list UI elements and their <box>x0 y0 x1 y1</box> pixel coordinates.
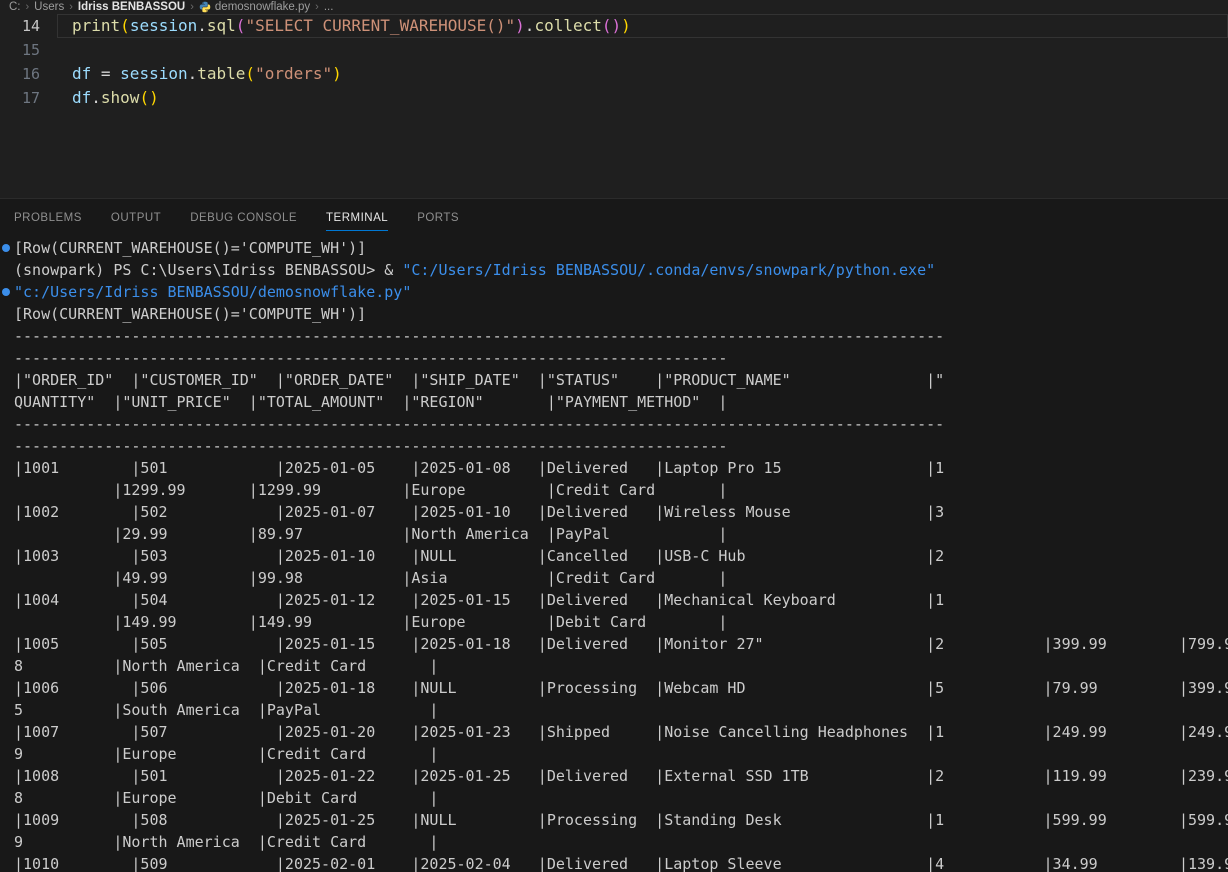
panel-tab-problems[interactable]: PROBLEMS <box>14 202 82 231</box>
chevron-right-icon: › <box>190 1 194 13</box>
breadcrumb-segment-users[interactable]: Users <box>34 1 64 13</box>
terminal-line: [Row(CURRENT_WAREHOUSE()='COMPUTE_WH')] <box>0 303 1228 325</box>
vscode-window: { "breadcrumb": { "separator": "›", "seg… <box>0 0 1228 872</box>
terminal-output[interactable]: [Row(CURRENT_WAREHOUSE()='COMPUTE_WH')](… <box>0 237 1228 872</box>
terminal-line: |1006 |506 |2025-01-18 |NULL |Processing… <box>0 677 1228 699</box>
bottom-panel: PROBLEMS OUTPUT DEBUG CONSOLE TERMINAL PORTS… <box>0 198 1228 872</box>
terminal-line: |1299.99 |1299.99 |Europe |Credit Card | <box>0 479 1228 501</box>
terminal-line: ----------------------------------------… <box>0 325 1228 347</box>
line-number[interactable]: 16 <box>0 62 40 86</box>
code-text: df = session.table("orders") <box>40 62 342 86</box>
breadcrumb-label: Idriss BENBASSOU <box>78 1 185 13</box>
breadcrumb-segment-c[interactable]: C: <box>9 1 21 13</box>
line-number[interactable]: 15 <box>0 38 40 62</box>
terminal-line: |1003 |503 |2025-01-10 |NULL |Cancelled … <box>0 545 1228 567</box>
breadcrumb-label: Users <box>34 1 64 13</box>
command-decoration-icon[interactable] <box>2 244 10 252</box>
panel-tab-terminal[interactable]: TERMINAL <box>326 202 388 231</box>
terminal-line: 8 |Europe |Debit Card | <box>0 787 1228 809</box>
terminal-line: |1001 |501 |2025-01-05 |2025-01-08 |Deli… <box>0 457 1228 479</box>
code-line-15[interactable]: 15 <box>0 38 1228 62</box>
terminal-line: "c:/Users/Idriss BENBASSOU/demosnowflake… <box>0 281 1228 303</box>
breadcrumb-segment-idriss-benbassou[interactable]: Idriss BENBASSOU <box>78 1 185 13</box>
code-line-14[interactable]: 14print(session.sql("SELECT CURRENT_WARE… <box>0 14 1228 38</box>
terminal-line: |1008 |501 |2025-01-22 |2025-01-25 |Deli… <box>0 765 1228 787</box>
breadcrumb-segment-[interactable]: ... <box>324 1 334 13</box>
terminal-line: (snowpark) PS C:\Users\Idriss BENBASSOU>… <box>0 259 1228 281</box>
command-decoration-icon[interactable] <box>2 288 10 296</box>
line-number[interactable]: 17 <box>0 86 40 110</box>
code-text: df.show() <box>40 86 159 110</box>
terminal-line: |1010 |509 |2025-02-01 |2025-02-04 |Deli… <box>0 853 1228 872</box>
terminal-line: |1007 |507 |2025-01-20 |2025-01-23 |Ship… <box>0 721 1228 743</box>
terminal-line: 5 |South America |PayPal | <box>0 699 1228 721</box>
terminal-line: ----------------------------------------… <box>0 347 1228 369</box>
terminal-line: |1009 |508 |2025-01-25 |NULL |Processing… <box>0 809 1228 831</box>
breadcrumb-segment-demosnowflake-py[interactable]: demosnowflake.py <box>199 1 310 13</box>
chevron-right-icon: › <box>26 1 30 13</box>
terminal-line: ----------------------------------------… <box>0 435 1228 457</box>
terminal-line: |1002 |502 |2025-01-07 |2025-01-10 |Deli… <box>0 501 1228 523</box>
terminal-line: |1005 |505 |2025-01-15 |2025-01-18 |Deli… <box>0 633 1228 655</box>
terminal-line: |"ORDER_ID" |"CUSTOMER_ID" |"ORDER_DATE"… <box>0 369 1228 391</box>
terminal-line: ----------------------------------------… <box>0 413 1228 435</box>
chevron-right-icon: › <box>69 1 73 13</box>
code-text <box>40 38 72 62</box>
terminal-line: |49.99 |99.98 |Asia |Credit Card | <box>0 567 1228 589</box>
breadcrumb-label: demosnowflake.py <box>215 1 310 13</box>
code-editor[interactable]: 14print(session.sql("SELECT CURRENT_WARE… <box>0 14 1228 198</box>
panel-tab-output[interactable]: OUTPUT <box>111 202 161 231</box>
terminal-line: |29.99 |89.97 |North America |PayPal | <box>0 523 1228 545</box>
terminal-line: [Row(CURRENT_WAREHOUSE()='COMPUTE_WH')] <box>0 237 1228 259</box>
breadcrumb-label: ... <box>324 1 334 13</box>
breadcrumb: C: › Users › Idriss BENBASSOU › demosnowflake.… <box>0 0 1228 14</box>
panel-tab-debug-console[interactable]: DEBUG CONSOLE <box>190 202 297 231</box>
terminal-line: 9 |North America |Credit Card | <box>0 831 1228 853</box>
terminal-line: |1004 |504 |2025-01-12 |2025-01-15 |Deli… <box>0 589 1228 611</box>
terminal-line: 9 |Europe |Credit Card | <box>0 743 1228 765</box>
breadcrumb-label: C: <box>9 1 21 13</box>
code-line-17[interactable]: 17df.show() <box>0 86 1228 110</box>
terminal-line: |149.99 |149.99 |Europe |Debit Card | <box>0 611 1228 633</box>
terminal-line: 8 |North America |Credit Card | <box>0 655 1228 677</box>
python-icon <box>199 1 211 13</box>
code-text: print(session.sql("SELECT CURRENT_WAREHO… <box>40 14 631 38</box>
terminal-line: QUANTITY" |"UNIT_PRICE" |"TOTAL_AMOUNT" … <box>0 391 1228 413</box>
chevron-right-icon: › <box>315 1 319 13</box>
code-line-16[interactable]: 16df = session.table("orders") <box>0 62 1228 86</box>
line-number[interactable]: 14 <box>0 14 40 38</box>
panel-tabs: PROBLEMS OUTPUT DEBUG CONSOLE TERMINAL PORTS <box>0 199 1228 234</box>
panel-tab-ports[interactable]: PORTS <box>417 202 459 231</box>
